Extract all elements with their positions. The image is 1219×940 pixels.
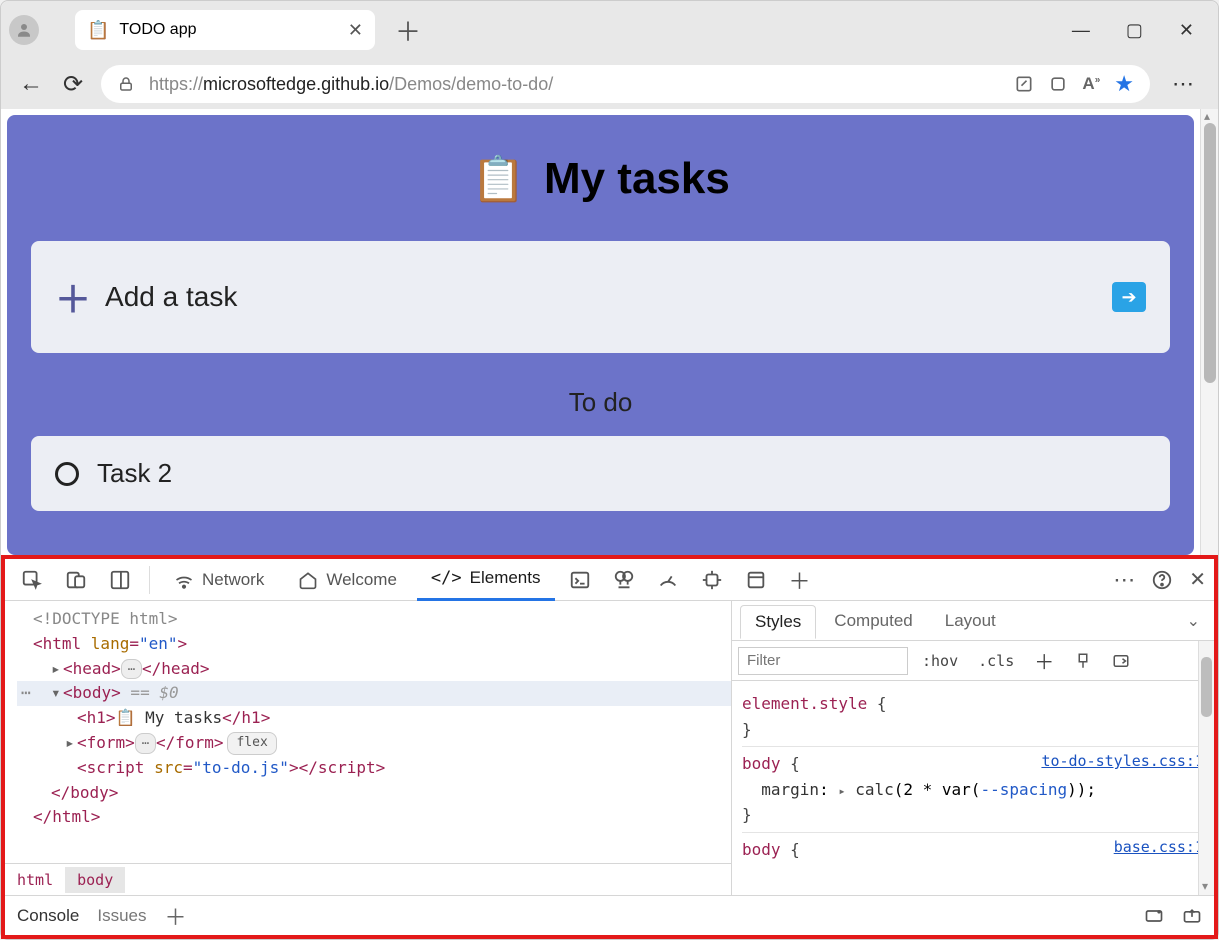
styles-panel: Styles Computed Layout ⌄ :hov .cls ＋ e <box>732 601 1214 895</box>
tab-console-icon[interactable] <box>561 563 599 597</box>
browser-menu-button[interactable]: ⋯ <box>1164 71 1202 97</box>
favorite-star-icon[interactable]: ★ <box>1114 71 1134 97</box>
scrollbar-thumb[interactable] <box>1204 123 1216 383</box>
edit-url-icon[interactable] <box>1014 74 1034 94</box>
task-label: Task 2 <box>97 458 172 489</box>
window-controls: — ▢ ✕ <box>1072 20 1210 41</box>
drawer-tab-issues[interactable]: Issues <box>97 906 146 926</box>
breadcrumb-html[interactable]: html <box>5 867 65 893</box>
lock-icon <box>117 75 135 93</box>
devtools-more-button[interactable]: ⋯ <box>1113 567 1135 593</box>
devtools-toolbar: Network Welcome </> Elements ＋ ⋯ <box>5 559 1214 601</box>
dom-tree[interactable]: <!DOCTYPE html> <html lang="en"> ▸<head>… <box>5 601 731 863</box>
drawer-issues-icon[interactable] <box>1144 906 1164 926</box>
dock-side-button[interactable] <box>101 563 139 597</box>
devtools-drawer: Console Issues ＋ <box>5 895 1214 935</box>
styles-tab-styles[interactable]: Styles <box>740 605 816 639</box>
devtools-help-button[interactable] <box>1151 569 1173 591</box>
tab-favicon-icon: 📋 <box>87 20 109 41</box>
rule-source-link[interactable]: base.css:1 <box>1114 835 1204 859</box>
dom-breadcrumb: html body <box>5 863 731 895</box>
tab-welcome[interactable]: Welcome <box>284 559 411 601</box>
tab-sources-icon[interactable] <box>605 563 643 597</box>
add-task-input[interactable]: Add a task <box>105 281 1098 313</box>
scroll-down-icon[interactable]: ▾ <box>1202 879 1208 893</box>
maximize-button[interactable]: ▢ <box>1126 20 1143 41</box>
styles-rules[interactable]: element.style { } to-do-styles.css:1 bod… <box>732 681 1214 895</box>
tab-title: TODO app <box>119 21 196 39</box>
dom-tree-panel: <!DOCTYPE html> <html lang="en"> ▸<head>… <box>5 601 732 895</box>
back-button[interactable]: ← <box>17 70 45 98</box>
rule-body-2[interactable]: base.css:1 body { <box>742 833 1204 867</box>
browser-tab-bar: 📋 TODO app ✕ ＋ — ▢ ✕ <box>1 1 1218 59</box>
rule-element-style[interactable]: element.style { } <box>742 687 1204 747</box>
section-heading-todo: To do <box>31 387 1170 418</box>
close-window-button[interactable]: ✕ <box>1179 20 1194 41</box>
hov-toggle[interactable]: :hov <box>916 650 964 672</box>
styles-tabs: Styles Computed Layout ⌄ <box>732 601 1214 641</box>
todo-app: 📋 My tasks ＋ Add a task ➔ To do Task 2 <box>7 115 1194 555</box>
tab-network[interactable]: Network <box>160 559 278 601</box>
add-task-form[interactable]: ＋ Add a task ➔ <box>31 241 1170 353</box>
page-scrollbar[interactable]: ▴ <box>1200 109 1218 555</box>
styles-scrollbar-thumb[interactable] <box>1201 657 1212 717</box>
styles-toolbar: :hov .cls ＋ <box>732 641 1214 681</box>
inspect-element-button[interactable] <box>13 563 51 597</box>
new-style-rule-button[interactable]: ＋ <box>1028 644 1060 677</box>
new-tab-button[interactable]: ＋ <box>383 12 433 49</box>
drawer-tab-console[interactable]: Console <box>17 906 79 926</box>
reading-mode-icon[interactable]: A» <box>1082 74 1100 94</box>
profile-avatar[interactable] <box>9 15 39 45</box>
url-field[interactable]: https://microsoftedge.github.io/Demos/de… <box>101 65 1150 103</box>
rule-body-1[interactable]: to-do-styles.css:1 body { margin: ▸ calc… <box>742 747 1204 833</box>
rule-source-link[interactable]: to-do-styles.css:1 <box>1041 749 1204 773</box>
browser-tab[interactable]: 📋 TODO app ✕ <box>75 10 375 50</box>
page-title: 📋 My tasks <box>31 153 1170 205</box>
task-item[interactable]: Task 2 <box>31 436 1170 511</box>
clipboard-icon: 📋 <box>471 153 526 205</box>
refresh-button[interactable]: ⟳ <box>59 70 87 99</box>
address-bar: ← ⟳ https://microsoftedge.github.io/Demo… <box>1 59 1218 109</box>
styles-filter-input[interactable] <box>738 647 908 675</box>
drawer-add-tab-button[interactable]: ＋ <box>165 900 187 932</box>
paint-flash-icon[interactable] <box>1068 650 1098 672</box>
tab-elements[interactable]: </> Elements <box>417 559 555 601</box>
device-emulation-button[interactable] <box>57 563 95 597</box>
drawer-collapse-icon[interactable] <box>1182 906 1202 926</box>
plus-icon: ＋ <box>55 271 91 323</box>
styles-tab-computed[interactable]: Computed <box>820 605 926 637</box>
submit-task-button[interactable]: ➔ <box>1112 282 1146 312</box>
scroll-up-icon[interactable]: ▴ <box>1204 109 1210 123</box>
breadcrumb-body[interactable]: body <box>65 867 125 893</box>
page-viewport: 📋 My tasks ＋ Add a task ➔ To do Task 2 ▴ <box>1 109 1218 555</box>
dom-selected-body[interactable]: ⋯▾<body> == $0 <box>17 681 731 706</box>
tab-close-icon[interactable]: ✕ <box>348 20 363 41</box>
styles-tabs-chevron-icon[interactable]: ⌄ <box>1187 611 1206 631</box>
tab-memory-icon[interactable] <box>693 563 731 597</box>
task-checkbox[interactable] <box>55 462 79 486</box>
minimize-button[interactable]: — <box>1072 20 1090 41</box>
devtools-close-button[interactable]: ✕ <box>1189 567 1206 592</box>
dom-doctype[interactable]: <!DOCTYPE html> <box>33 609 178 628</box>
url-text: https://microsoftedge.github.io/Demos/de… <box>149 74 1000 95</box>
tab-application-icon[interactable] <box>737 563 775 597</box>
styles-scrollbar[interactable]: ▾ <box>1198 641 1214 895</box>
styles-tab-layout[interactable]: Layout <box>931 605 1010 637</box>
tab-performance-icon[interactable] <box>649 563 687 597</box>
add-tab-button[interactable]: ＋ <box>781 558 819 602</box>
computed-styles-icon[interactable] <box>1106 650 1136 672</box>
app-install-icon[interactable] <box>1048 74 1068 94</box>
cls-toggle[interactable]: .cls <box>972 650 1020 672</box>
page-title-text: My tasks <box>544 154 730 204</box>
devtools-panel: Network Welcome </> Elements ＋ ⋯ <box>1 555 1218 939</box>
